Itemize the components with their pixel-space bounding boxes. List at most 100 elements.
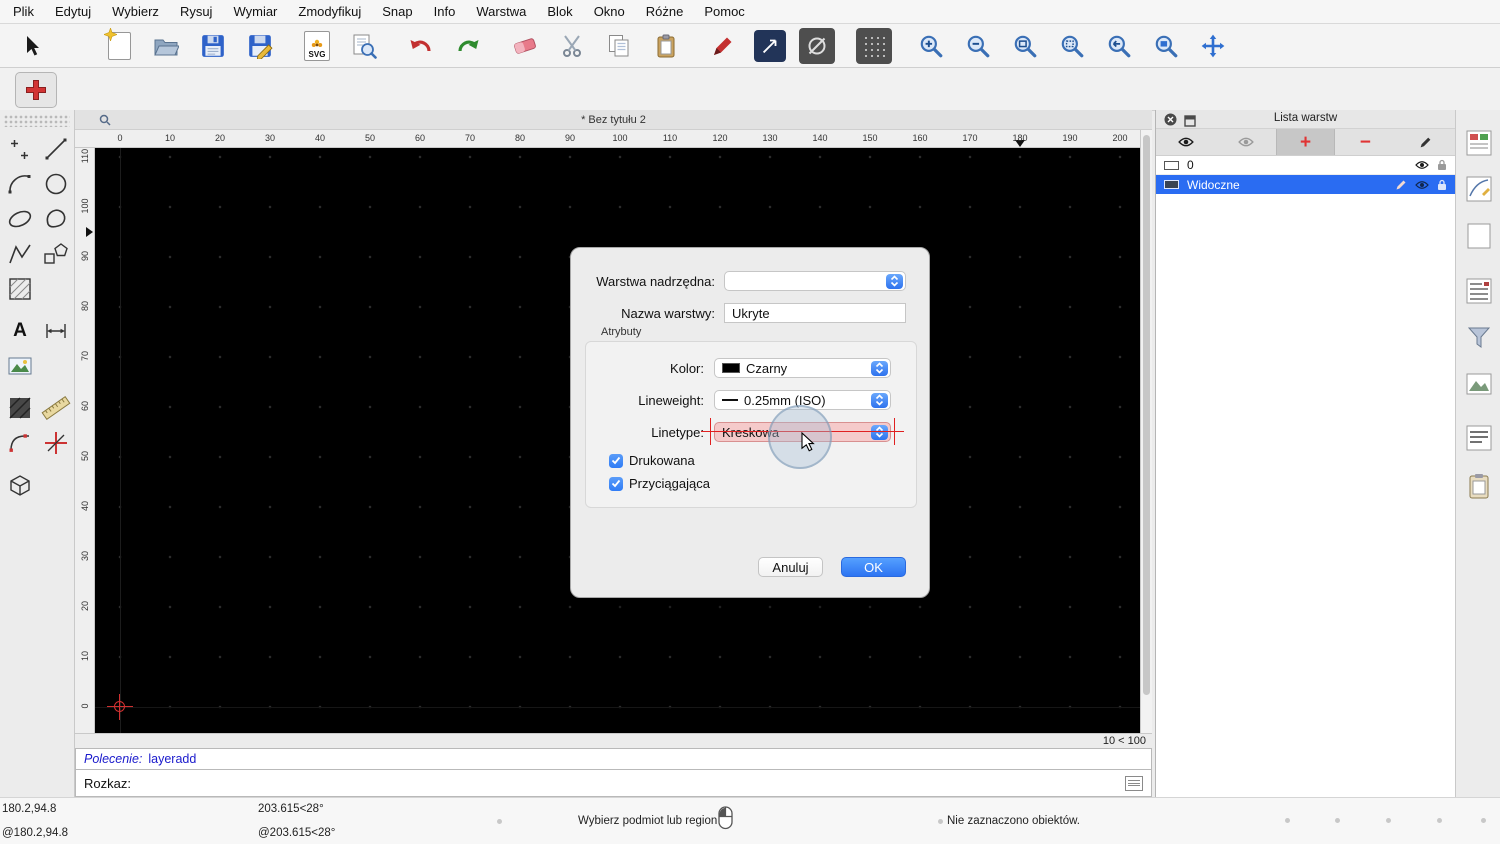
- reference-panel-toggle[interactable]: [1462, 367, 1495, 400]
- show-all-layers-button[interactable]: [1156, 129, 1216, 155]
- hatch-tool-button[interactable]: [3, 272, 37, 306]
- dropdown-stepper-icon[interactable]: [871, 360, 888, 376]
- open-file-button[interactable]: [148, 28, 184, 64]
- paste-button[interactable]: [648, 28, 684, 64]
- solid-fill-tool-button[interactable]: [3, 391, 37, 425]
- text-tool-button[interactable]: A: [3, 314, 37, 348]
- layer-color-swatch[interactable]: [1164, 160, 1179, 170]
- properties-panel-toggle[interactable]: [1462, 126, 1495, 159]
- auto-zoom-button[interactable]: [1007, 28, 1043, 64]
- circle-tool-button[interactable]: [39, 167, 73, 201]
- clipboard-panel-toggle[interactable]: [1462, 469, 1495, 502]
- printable-checkbox-row[interactable]: Drukowana: [609, 453, 695, 468]
- snappable-checkbox-row[interactable]: Przyciągająca: [609, 476, 710, 491]
- draft-mode-toggle[interactable]: [754, 29, 786, 62]
- add-layer-tool-button[interactable]: [15, 72, 57, 108]
- commandline-panel-toggle[interactable]: [1462, 421, 1495, 454]
- select-arrow-button[interactable]: [14, 28, 50, 64]
- remove-layer-button[interactable]: −: [1335, 129, 1395, 155]
- eraser-button[interactable]: [507, 28, 543, 64]
- menu-blok[interactable]: Blok: [547, 4, 572, 19]
- copy-button[interactable]: [601, 28, 637, 64]
- menu-wybierz[interactable]: Wybierz: [112, 4, 159, 19]
- ok-button[interactable]: OK: [841, 557, 906, 577]
- point-icon: [11, 140, 28, 159]
- command-input[interactable]: [131, 770, 1125, 796]
- zoom-out-button[interactable]: [960, 28, 996, 64]
- hide-all-layers-button[interactable]: [1216, 129, 1276, 155]
- menu-rysuj[interactable]: Rysuj: [180, 4, 213, 19]
- dimension-tool-button[interactable]: [39, 314, 73, 348]
- linetype-display-toggle[interactable]: [799, 27, 835, 64]
- checkbox-checked-icon[interactable]: [609, 476, 623, 491]
- layer-edit-icon[interactable]: [1395, 179, 1407, 191]
- snap-tool-button[interactable]: [39, 426, 73, 460]
- zoom-selection-button[interactable]: [1054, 28, 1090, 64]
- document-tab[interactable]: * Bez tytułu 2: [75, 110, 1152, 130]
- vertical-scrollbar-thumb[interactable]: [1143, 135, 1150, 695]
- zoom-in-button[interactable]: [913, 28, 949, 64]
- arc-tool-button[interactable]: [3, 167, 37, 201]
- blocks-panel-toggle[interactable]: [1462, 219, 1495, 252]
- layer-color-swatch[interactable]: [1164, 180, 1179, 189]
- svg-export-button[interactable]: SVG: [299, 28, 335, 64]
- cut-button[interactable]: [554, 28, 590, 64]
- save-button[interactable]: [195, 28, 231, 64]
- point-tool-button[interactable]: [3, 132, 37, 166]
- layer-row-0[interactable]: 0: [1156, 156, 1455, 175]
- menu-snap[interactable]: Snap: [382, 4, 412, 19]
- modify-properties-button[interactable]: [705, 28, 741, 64]
- print-preview-button[interactable]: [346, 28, 382, 64]
- ellipse-tool-button[interactable]: [3, 202, 37, 236]
- grid-toggle[interactable]: [856, 27, 892, 64]
- layer-lock-toggle[interactable]: [1437, 159, 1447, 171]
- menu-rozne[interactable]: Różne: [646, 4, 684, 19]
- library-panel-toggle[interactable]: [1462, 172, 1495, 205]
- vertical-scrollbar[interactable]: [1140, 130, 1152, 733]
- menu-okno[interactable]: Okno: [594, 4, 625, 19]
- menu-zmodyfikuj[interactable]: Zmodyfikuj: [298, 4, 361, 19]
- layer-name-field[interactable]: Ukryte: [724, 303, 906, 323]
- zoom-window-button[interactable]: [1148, 28, 1184, 64]
- menu-plik[interactable]: Plik: [13, 4, 34, 19]
- menu-edytuj[interactable]: Edytuj: [55, 4, 91, 19]
- layer-name: 0: [1187, 158, 1194, 172]
- pan-button[interactable]: [1195, 28, 1231, 64]
- menu-warstwa[interactable]: Warstwa: [476, 4, 526, 19]
- menu-pomoc[interactable]: Pomoc: [704, 4, 744, 19]
- layer-visibility-toggle[interactable]: [1415, 180, 1429, 190]
- dropdown-stepper-icon[interactable]: [871, 424, 888, 440]
- keyboard-toggle-icon[interactable]: [1125, 775, 1143, 791]
- save-as-button[interactable]: [242, 28, 278, 64]
- filter-panel-toggle[interactable]: [1462, 321, 1495, 354]
- color-dropdown[interactable]: Czarny: [714, 358, 891, 378]
- layer-row-widoczne[interactable]: Widoczne: [1156, 175, 1455, 194]
- ruler-top-label: 100: [612, 133, 628, 143]
- menu-wymiar[interactable]: Wymiar: [233, 4, 277, 19]
- box3d-tool-button[interactable]: [3, 468, 37, 502]
- edit-layer-button[interactable]: [1395, 129, 1455, 155]
- add-layer-button[interactable]: +: [1275, 129, 1336, 155]
- layer-visibility-toggle[interactable]: [1415, 160, 1429, 170]
- menu-info[interactable]: Info: [434, 4, 456, 19]
- new-file-button[interactable]: [101, 27, 137, 64]
- spline-tool-button[interactable]: [39, 202, 73, 236]
- checkbox-checked-icon[interactable]: [609, 453, 623, 468]
- shape-tool-button[interactable]: [39, 237, 73, 271]
- layers-panel-toggle[interactable]: [1462, 274, 1495, 307]
- dropdown-stepper-icon[interactable]: [871, 392, 888, 408]
- undo-button[interactable]: [403, 28, 439, 64]
- redo-button[interactable]: [450, 28, 486, 64]
- measure-tool-button[interactable]: [39, 391, 73, 425]
- image-tool-button[interactable]: [3, 349, 37, 383]
- modify-tool-button[interactable]: [3, 426, 37, 460]
- polyline-tool-button[interactable]: [3, 237, 37, 271]
- parent-layer-dropdown[interactable]: [724, 271, 906, 291]
- line-tool-button[interactable]: [39, 132, 73, 166]
- cancel-button[interactable]: Anuluj: [758, 557, 823, 577]
- empty-slot: [39, 272, 73, 306]
- previous-view-button[interactable]: [1101, 28, 1137, 64]
- dropdown-stepper-icon[interactable]: [886, 273, 903, 289]
- palette-drag-handle[interactable]: [4, 115, 70, 127]
- layer-lock-toggle[interactable]: [1437, 179, 1447, 191]
